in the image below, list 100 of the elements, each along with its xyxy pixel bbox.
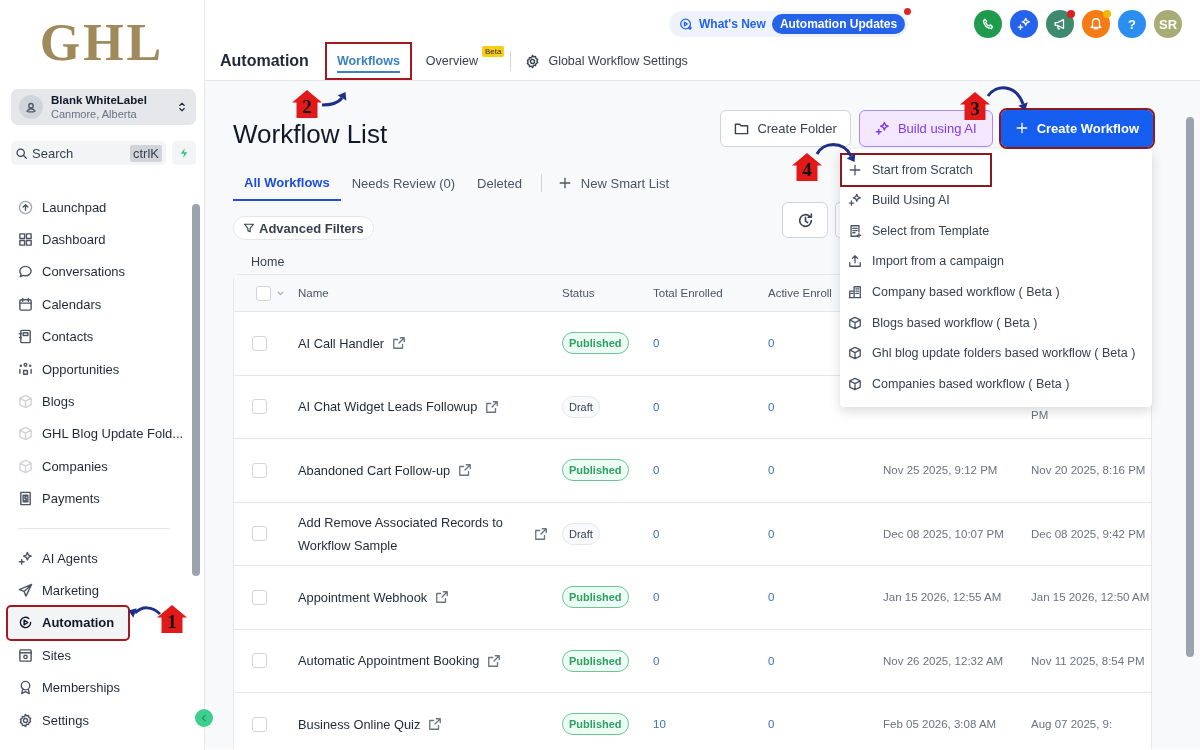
sidebar-item[interactable]: Automation bbox=[8, 606, 128, 640]
table-cell-text: 0 bbox=[768, 464, 776, 477]
sidebar-item[interactable]: Companies bbox=[10, 450, 196, 483]
status-tag: Published bbox=[562, 459, 629, 482]
contacts-icon bbox=[18, 329, 33, 345]
search-field[interactable]: Search ctrlK bbox=[11, 141, 166, 165]
sidebar-item[interactable]: GHL Blog Update Fold... bbox=[10, 417, 196, 451]
status-tag: Published bbox=[562, 586, 629, 609]
account-location: Canmore, Alberta bbox=[51, 107, 138, 121]
table-cell-text: 0 bbox=[653, 337, 661, 350]
menu-item[interactable]: Company based workflow ( Beta ) bbox=[840, 276, 1152, 308]
menu-item[interactable]: Start from Scratch bbox=[840, 153, 992, 187]
chat-icon bbox=[18, 264, 33, 280]
workflow-name[interactable]: Abandoned Cart Follow-up bbox=[298, 458, 451, 482]
tab[interactable]: Workflows bbox=[324, 42, 412, 80]
breadcrumb[interactable]: Home bbox=[251, 255, 285, 269]
quick-action-button[interactable] bbox=[172, 141, 196, 165]
header-button[interactable] bbox=[1010, 10, 1038, 38]
cube-icon bbox=[848, 346, 862, 361]
filter-button[interactable]: Advanced Filters bbox=[233, 216, 374, 240]
site-icon bbox=[18, 647, 33, 663]
sidebar-item[interactable]: Blogs bbox=[10, 385, 196, 418]
menu-item[interactable]: Select from Template bbox=[840, 215, 1152, 247]
tab[interactable]: Global Workflow Settings bbox=[517, 46, 696, 76]
account-switcher[interactable]: Blank WhiteLabel Canmore, Alberta bbox=[11, 89, 196, 125]
external-link-icon bbox=[435, 590, 450, 605]
sidebar-item[interactable]: Dashboard bbox=[10, 223, 196, 256]
whats-new-banner[interactable]: What's New Automation Updates bbox=[669, 11, 909, 37]
table-cell-text: 0 bbox=[768, 591, 776, 604]
sidebar-item[interactable]: Contacts bbox=[10, 320, 196, 353]
template-icon bbox=[848, 223, 862, 238]
updates-badge: Automation Updates bbox=[771, 14, 906, 34]
sidebar-item[interactable]: Marketing bbox=[10, 574, 196, 607]
table-cell-text: 0 bbox=[653, 654, 661, 667]
page-title: Workflow List bbox=[233, 121, 388, 147]
row-checkbox[interactable] bbox=[252, 335, 267, 351]
award-icon bbox=[18, 680, 33, 696]
action-button[interactable]: Create Folder bbox=[720, 109, 851, 147]
sidebar-item[interactable]: Launchpad bbox=[10, 191, 196, 224]
sidebar-item[interactable]: Sites bbox=[10, 639, 196, 672]
table-cell-text: 0 bbox=[768, 400, 776, 413]
table-cell: Nov 25 2025, 9:12 PM bbox=[883, 464, 998, 477]
workflow-name[interactable]: AI Chat Widget Leads Followup bbox=[298, 395, 478, 419]
select-all-checkbox[interactable] bbox=[256, 285, 271, 301]
row-checkbox[interactable] bbox=[252, 526, 267, 542]
external-link-icon bbox=[485, 399, 500, 414]
workflow-name[interactable]: Add Remove Associated Records to Workflow Sample bbox=[298, 510, 526, 557]
tab[interactable]: All Workflows bbox=[233, 165, 341, 201]
menu-item[interactable]: Build Using AI bbox=[840, 185, 1152, 216]
external-link-icon bbox=[458, 463, 473, 478]
sidebar-item[interactable]: Calendars bbox=[10, 288, 196, 321]
workflow-name[interactable]: Automatic Appointment Booking bbox=[298, 649, 480, 673]
history-button[interactable] bbox=[782, 202, 828, 238]
sidebar-item[interactable]: Opportunities bbox=[10, 352, 196, 386]
tab[interactable]: Needs Review (0) bbox=[340, 165, 467, 201]
row-checkbox[interactable] bbox=[252, 653, 267, 669]
menu-item[interactable]: Import from a campaign bbox=[840, 246, 1152, 277]
header-button[interactable] bbox=[974, 10, 1002, 38]
upload-icon bbox=[848, 254, 862, 269]
tab[interactable]: Deleted bbox=[466, 165, 533, 201]
sidebar-item[interactable]: Settings bbox=[10, 703, 196, 737]
new-smart-list-button[interactable]: New Smart List bbox=[549, 175, 677, 191]
table-cell: Jan 15 2026, 12:55 AM bbox=[883, 591, 1002, 604]
table-cell: Nov 11 2025, 8:54 PM bbox=[1031, 654, 1145, 667]
sidebar-item[interactable]: Memberships bbox=[10, 671, 196, 704]
external-link-icon bbox=[534, 526, 548, 541]
building-icon bbox=[848, 285, 862, 300]
menu-item[interactable]: Blogs based workflow ( Beta ) bbox=[840, 307, 1152, 338]
table-cell-text: 0 bbox=[653, 591, 661, 604]
workflow-name[interactable]: AI Call Handler bbox=[298, 331, 385, 355]
table-cell: Dec 08 2025, 10:07 PM bbox=[883, 527, 1004, 540]
collapse-button[interactable] bbox=[195, 709, 213, 727]
table-cell: PM bbox=[1031, 409, 1049, 421]
cube-icon bbox=[18, 426, 33, 442]
table-cell-text: 0 bbox=[653, 464, 661, 477]
play-icon bbox=[18, 615, 33, 631]
menu-item[interactable]: Ghl blog update folders based workflow ( Beta ) bbox=[840, 337, 1152, 369]
sidebar-item[interactable]: Conversations bbox=[10, 255, 196, 289]
menu-item[interactable]: Companies based workflow ( Beta ) bbox=[840, 368, 1152, 400]
create-button[interactable]: Create Workflow bbox=[1000, 109, 1153, 147]
table-cell: Nov 26 2025, 12:32 AM bbox=[883, 654, 1004, 667]
sidebar-item[interactable]: Payments bbox=[10, 482, 196, 515]
sidebar-item[interactable]: AI Agents bbox=[10, 541, 196, 575]
table-cell: Feb 05 2026, 3:08 AM bbox=[883, 718, 997, 731]
row-checkbox[interactable] bbox=[252, 716, 267, 732]
header-button[interactable] bbox=[1046, 10, 1074, 38]
status-tag: Draft bbox=[562, 522, 600, 545]
workflow-name[interactable]: Business Online Quiz bbox=[298, 712, 421, 736]
status-tag: Published bbox=[562, 649, 629, 672]
bell-icon bbox=[1089, 17, 1103, 31]
section-title: Automation bbox=[220, 52, 309, 70]
row-checkbox[interactable] bbox=[252, 462, 267, 478]
workflow-name[interactable]: Appointment Webhook bbox=[298, 585, 428, 609]
external-link-icon bbox=[428, 717, 443, 732]
beta-badge: Beta bbox=[481, 46, 505, 57]
header-button[interactable] bbox=[1082, 10, 1110, 38]
news-icon bbox=[679, 17, 693, 31]
row-checkbox[interactable] bbox=[252, 589, 267, 605]
row-checkbox[interactable] bbox=[252, 399, 267, 415]
table-cell-text: 0 bbox=[653, 400, 661, 413]
